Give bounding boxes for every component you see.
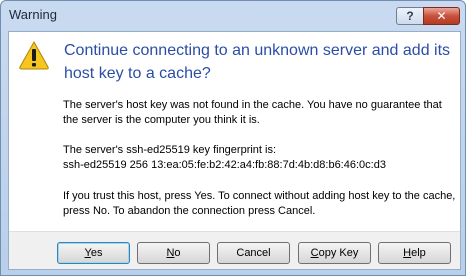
title-bar[interactable]: Warning ? ✕ [1, 1, 465, 31]
dialog-heading: Continue connecting to an unknown server… [64, 42, 451, 82]
help-button[interactable]: Help [378, 242, 451, 264]
title-close-button[interactable]: ✕ [423, 7, 460, 25]
cancel-button[interactable]: Cancel [217, 242, 290, 264]
yes-button[interactable]: Yes [57, 242, 130, 264]
message-not-cached: The server's host key was not found in t… [63, 99, 442, 126]
copy-key-button[interactable]: Copy Key [298, 242, 371, 264]
no-button[interactable]: No [137, 242, 210, 264]
warning-triangle-icon [19, 40, 49, 70]
fingerprint-intro: The server's ssh-ed25519 key fingerprint… [63, 144, 277, 156]
button-bar: Yes No Cancel Copy Key Help [9, 231, 460, 269]
message-instructions: If you trust this host, press Yes. To co… [63, 190, 456, 217]
warning-dialog: Warning ? ✕ Continue connecting to an un… [0, 0, 466, 276]
message-fingerprint: The server's ssh-ed25519 key fingerprint… [63, 143, 458, 173]
window-title: Warning [9, 7, 57, 22]
fingerprint-value: ssh-ed25519 256 13:ea:05:fe:b2:42:a4:fb:… [63, 159, 386, 171]
question-icon: ? [406, 9, 414, 23]
title-help-button[interactable]: ? [396, 7, 424, 25]
dialog-body: Continue connecting to an unknown server… [8, 31, 461, 270]
close-icon: ✕ [436, 9, 447, 23]
